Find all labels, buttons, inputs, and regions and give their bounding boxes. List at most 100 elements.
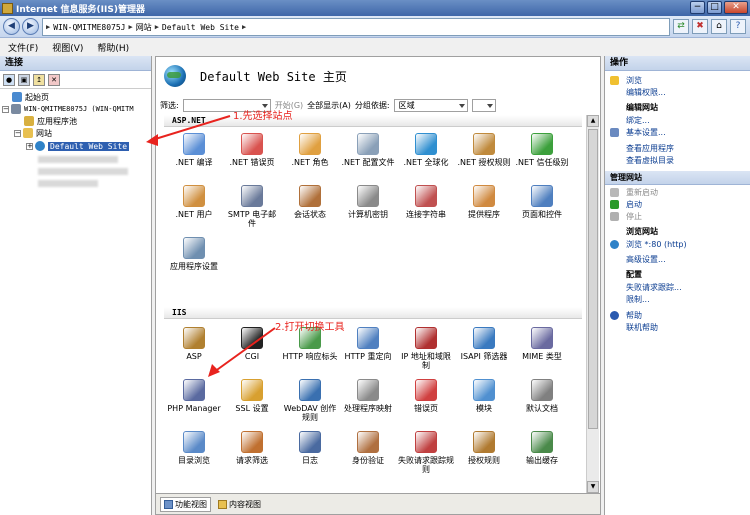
stop-icon[interactable]: ✖ (692, 19, 708, 34)
menu-file[interactable]: 文件(F) (8, 41, 38, 54)
home-icon[interactable]: ⌂ (711, 19, 727, 34)
feature-label: 提供程序 (468, 210, 500, 219)
help-link[interactable]: 帮助 (605, 310, 750, 322)
breadcrumb-site[interactable]: Default Web Site (162, 23, 239, 32)
collapse-icon[interactable]: − (14, 129, 21, 137)
collapse-icon[interactable]: − (2, 105, 9, 113)
tree-start-page[interactable]: 起始页 (12, 91, 49, 103)
feature-item[interactable]: 计算机密钥 (340, 183, 396, 237)
menu-help[interactable]: 帮助(H) (97, 41, 129, 54)
limits-link[interactable]: 限制... (605, 294, 750, 306)
feature-label: SMTP 电子邮件 (227, 210, 277, 228)
feature-item[interactable]: .NET 全球化 (398, 131, 454, 185)
features-view-tab[interactable]: 功能视图 (160, 496, 211, 512)
settings-icon (610, 128, 619, 137)
tree-hidden-site[interactable] (38, 177, 98, 189)
scroll-thumb[interactable] (588, 129, 598, 429)
back-button[interactable]: ◀ (3, 18, 20, 35)
view-mode-select[interactable] (471, 98, 496, 112)
feature-item[interactable]: 处理程序映射 (340, 377, 396, 431)
online-help-link[interactable]: 联机帮助 (605, 322, 750, 334)
vertical-scrollbar[interactable]: ▲ ▼ (586, 115, 599, 493)
feature-item[interactable]: PHP Manager (166, 377, 222, 431)
annotation-select-site: 1.先选择站点 (233, 111, 293, 122)
breadcrumb-sites[interactable]: 网站 (136, 22, 152, 33)
tree-hidden-site[interactable] (38, 165, 128, 177)
view-applications-link[interactable]: 查看应用程序 (605, 143, 750, 155)
breadcrumb[interactable]: ▶ WIN-QMITME8075J ▶ 网站 ▶ Default Web Sit… (42, 18, 670, 36)
feature-item[interactable]: ASP (166, 325, 222, 379)
feature-item[interactable]: 身份验证 (340, 429, 396, 483)
feature-item[interactable]: HTTP 响应标头 (282, 325, 338, 379)
save-icon[interactable]: ▣ (18, 73, 30, 86)
feature-item[interactable]: MIME 类型 (514, 325, 570, 379)
show-all-button[interactable]: 全部显示(A) (307, 100, 351, 111)
feature-item[interactable]: ISAPI 筛选器 (456, 325, 512, 379)
tree-server[interactable]: − WIN-QMITME8075J (WIN-QMITM (2, 103, 134, 115)
maximize-button[interactable]: □ (707, 1, 722, 14)
forward-button[interactable]: ▶ (22, 18, 39, 35)
feature-item[interactable]: 连接字符串 (398, 183, 454, 237)
view-virtual-dirs-link[interactable]: 查看虚拟目录 (605, 155, 750, 167)
help-icon[interactable]: ? (730, 19, 746, 34)
minimize-button[interactable]: − (690, 1, 705, 14)
feature-item[interactable]: 默认文档 (514, 377, 570, 431)
section-aspnet[interactable]: ASP.NET (164, 115, 582, 127)
scroll-up-icon[interactable]: ▲ (587, 115, 599, 127)
feature-item[interactable]: HTTP 重定向 (340, 325, 396, 379)
feature-item[interactable]: .NET 错误页 (224, 131, 280, 185)
feature-item[interactable]: 应用程序设置 (166, 235, 222, 289)
content-view-tab[interactable]: 内容视图 (214, 496, 265, 512)
section-iis[interactable]: IIS (164, 307, 582, 319)
filter-label: 筛选: (160, 100, 179, 110)
bindings-link[interactable]: 绑定... (605, 115, 750, 127)
feature-item[interactable]: 目录浏览 (166, 429, 222, 483)
menu-view[interactable]: 视图(V) (52, 41, 83, 54)
up-icon[interactable]: ↥ (33, 73, 45, 86)
breadcrumb-server[interactable]: WIN-QMITME8075J (53, 23, 125, 32)
group-by-select[interactable]: 区域 (393, 98, 468, 112)
feature-item[interactable]: 模块 (456, 377, 512, 431)
feature-item[interactable]: .NET 配置文件 (340, 131, 396, 185)
feature-item[interactable]: 输出缓存 (514, 429, 570, 483)
restart-link[interactable]: 重新启动 (605, 187, 750, 199)
advanced-settings-link[interactable]: 高级设置... (605, 254, 750, 266)
edit-permissions-link[interactable]: 编辑权限... (605, 87, 750, 99)
feature-item[interactable]: 请求筛选 (224, 429, 280, 483)
browse-link[interactable]: 浏览 (605, 75, 750, 87)
expand-icon[interactable]: + (26, 142, 33, 150)
connect-icon[interactable]: ● (3, 73, 15, 86)
feature-item[interactable]: .NET 用户 (166, 183, 222, 237)
feature-item[interactable]: SMTP 电子邮件 (224, 183, 280, 237)
feature-label: 连接字符串 (406, 210, 446, 219)
feature-item[interactable]: .NET 编译 (166, 131, 222, 185)
refresh-icon[interactable]: ⇄ (673, 19, 689, 34)
feature-item[interactable]: 日志 (282, 429, 338, 483)
feature-item[interactable]: 授权规则 (456, 429, 512, 483)
feature-item[interactable]: 会话状态 (282, 183, 338, 237)
feature-item[interactable]: .NET 角色 (282, 131, 338, 185)
close-button[interactable]: ✕ (724, 1, 748, 14)
feature-item[interactable]: 错误页 (398, 377, 454, 431)
scroll-down-icon[interactable]: ▼ (587, 481, 599, 493)
basic-settings-link[interactable]: 基本设置... (605, 127, 750, 139)
feature-item[interactable]: CGI (224, 325, 280, 379)
feature-item[interactable]: 页面和控件 (514, 183, 570, 237)
feature-item[interactable]: 失败请求跟踪规则 (398, 429, 454, 483)
feature-item[interactable]: WebDAV 创作规则 (282, 377, 338, 431)
disconnect-icon[interactable]: ✕ (48, 73, 60, 86)
tree-default-web-site[interactable]: + Default Web Site (26, 140, 130, 152)
feature-item[interactable]: SSL 设置 (224, 377, 280, 431)
feature-item[interactable]: .NET 信任级别 (514, 131, 570, 185)
start-link[interactable]: 启动 (605, 199, 750, 211)
feature-item[interactable]: 提供程序 (456, 183, 512, 237)
failed-request-tracing-link[interactable]: 失败请求跟踪... (605, 282, 750, 294)
tree-sites[interactable]: − 网站 (14, 127, 52, 139)
browse-port-link[interactable]: 浏览 *:80 (http) (605, 239, 750, 251)
feature-item[interactable]: .NET 授权规则 (456, 131, 512, 185)
tree-hidden-site[interactable] (38, 153, 118, 165)
tree-app-pools[interactable]: 应用程序池 (24, 115, 77, 127)
feature-item[interactable]: IP 地址和域限制 (398, 325, 454, 379)
manage-site-group[interactable]: 管理网站 (605, 171, 750, 185)
stop-link[interactable]: 停止 (605, 211, 750, 223)
